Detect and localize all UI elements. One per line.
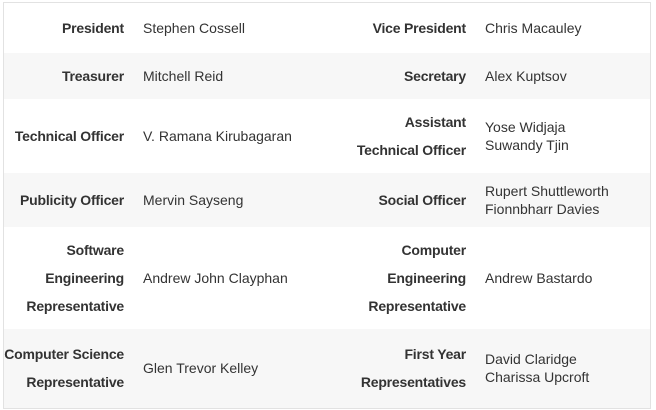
officer-name: Rupert Shuttleworth Fionnbharr Davies xyxy=(466,172,651,227)
table-row: Treasurer Mitchell Reid Secretary Alex K… xyxy=(3,52,651,99)
role-label: First Year Representatives xyxy=(343,328,466,409)
table-row: Technical Officer V. Ramana Kirubagaran … xyxy=(4,99,651,173)
role-label: Software Engineering Representative xyxy=(26,241,124,314)
officer-name: David Claridge Charissa Upcroft xyxy=(466,328,651,409)
officer-name: V. Ramana Kirubagaran xyxy=(143,127,292,144)
table-row: President Stephen Cossell Vice President… xyxy=(4,3,651,53)
role-label: Computer Engineering Representative xyxy=(368,241,466,314)
table-row: Publicity Officer Mervin Sayseng Social … xyxy=(3,172,651,227)
role-label: President xyxy=(62,19,124,36)
officers-table: President Stephen Cossell Vice President… xyxy=(3,2,651,409)
officer-name: Yose Widjaja Suwandy Tjin xyxy=(485,118,569,153)
role-label: Computer Science Representative xyxy=(3,328,124,409)
role-label: Technical Officer xyxy=(14,127,124,144)
role-label: Secretary xyxy=(343,52,466,99)
officer-name: Stephen Cossell xyxy=(143,19,245,36)
officer-name: Alex Kuptsov xyxy=(466,52,651,99)
role-label: Treasurer xyxy=(3,52,124,99)
officer-name: Andrew Bastardo xyxy=(485,269,593,286)
officer-name: Andrew John Clayphan xyxy=(143,269,288,286)
officer-name: Mitchell Reid xyxy=(124,52,343,99)
officer-name: Chris Macauley xyxy=(485,19,582,36)
table-row: Software Engineering Representative Andr… xyxy=(4,227,651,329)
role-label: Vice President xyxy=(372,19,467,36)
role-label: Publicity Officer xyxy=(3,172,124,227)
role-label: Assistant Technical Officer xyxy=(356,113,466,158)
officer-name: Mervin Sayseng xyxy=(124,172,343,227)
role-label: Social Officer xyxy=(343,172,466,227)
officer-name: Glen Trevor Kelley xyxy=(124,328,343,409)
table-row: Computer Science Representative Glen Tre… xyxy=(3,328,651,409)
